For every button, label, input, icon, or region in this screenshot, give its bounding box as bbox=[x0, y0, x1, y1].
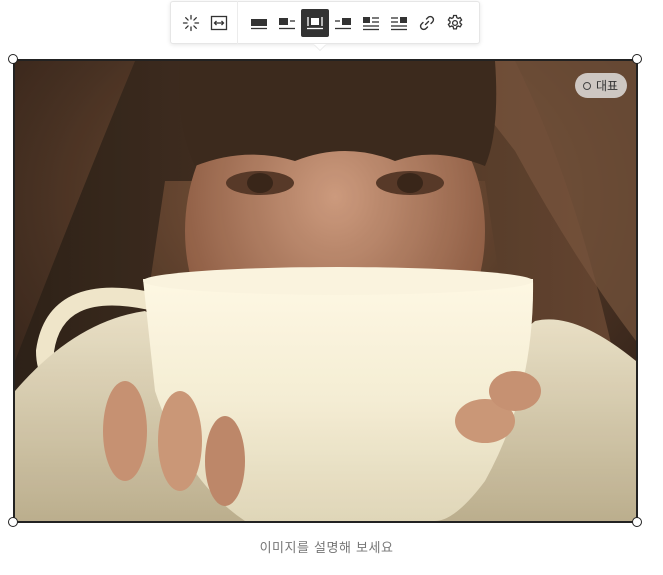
align-right-icon bbox=[335, 17, 351, 29]
effect-sparkle-icon bbox=[182, 14, 200, 31]
align-center-button[interactable] bbox=[301, 8, 329, 37]
toolbar-pointer bbox=[314, 44, 326, 50]
toolbar-group-tools bbox=[177, 9, 233, 37]
wrap-left-icon bbox=[363, 16, 379, 30]
align-center-icon bbox=[307, 16, 323, 29]
align-left-icon bbox=[279, 17, 295, 29]
align-left-button[interactable] bbox=[273, 9, 301, 37]
align-right-button[interactable] bbox=[329, 9, 357, 37]
settings-button[interactable] bbox=[441, 9, 469, 37]
wrap-right-icon bbox=[391, 16, 407, 30]
settings-gear-icon bbox=[447, 14, 463, 30]
align-full-button[interactable] bbox=[245, 9, 273, 37]
effect-sparkle-button[interactable] bbox=[177, 9, 205, 37]
representative-label: 대표 bbox=[596, 79, 619, 93]
fit-width-button[interactable] bbox=[205, 9, 233, 37]
fit-width-icon bbox=[210, 15, 228, 30]
resize-handle-top-left[interactable] bbox=[8, 54, 18, 64]
wrap-right-button[interactable] bbox=[385, 9, 413, 37]
link-button[interactable] bbox=[413, 9, 441, 37]
link-icon bbox=[419, 15, 435, 30]
representative-image-toggle[interactable]: 대표 bbox=[575, 73, 628, 98]
photo-woman-with-cup bbox=[15, 61, 636, 521]
resize-handle-bottom-left[interactable] bbox=[8, 517, 18, 527]
image-caption-input[interactable]: 이미지를 설명해 보세요 bbox=[0, 537, 653, 556]
selected-image[interactable] bbox=[13, 59, 638, 523]
toolbar-group-align bbox=[245, 8, 469, 37]
wrap-left-button[interactable] bbox=[357, 9, 385, 37]
radio-circle-icon bbox=[583, 81, 591, 90]
resize-handle-bottom-right[interactable] bbox=[632, 517, 642, 527]
toolbar-divider bbox=[237, 1, 238, 44]
image-toolbar bbox=[170, 1, 480, 44]
align-full-icon bbox=[251, 18, 267, 29]
resize-handle-top-right[interactable] bbox=[632, 54, 642, 64]
